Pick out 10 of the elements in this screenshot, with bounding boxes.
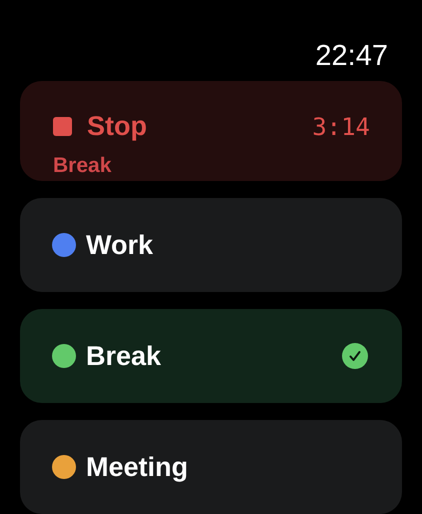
activity-item[interactable]: Break xyxy=(20,309,402,403)
stop-timer-button[interactable]: Stop 3:14 Break xyxy=(20,81,402,181)
stop-label: Stop xyxy=(87,111,147,142)
clock-time: 22:47 xyxy=(315,39,388,74)
stop-icon xyxy=(53,117,72,136)
checkmark-icon xyxy=(342,343,368,369)
activity-item[interactable]: Work xyxy=(20,198,402,292)
elapsed-time: 3:14 xyxy=(312,112,370,140)
activity-item[interactable]: Meeting xyxy=(20,420,402,514)
current-activity: Break xyxy=(53,154,112,178)
